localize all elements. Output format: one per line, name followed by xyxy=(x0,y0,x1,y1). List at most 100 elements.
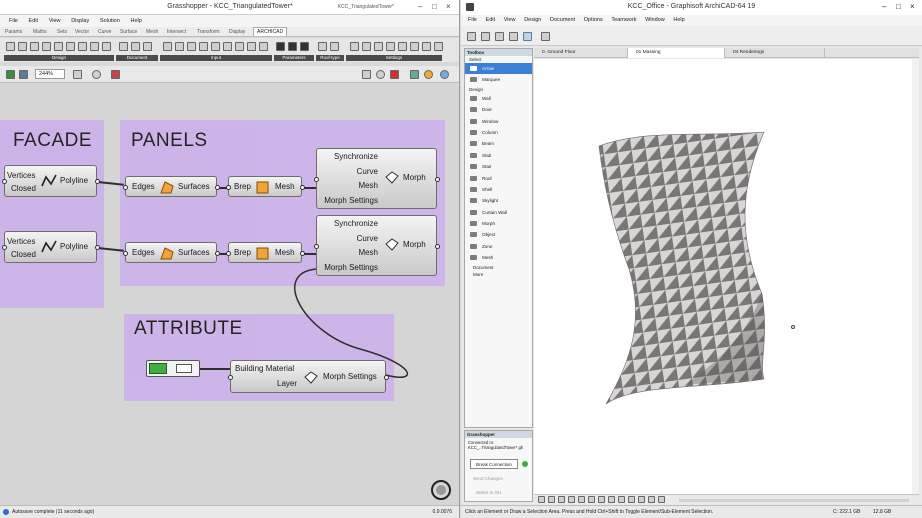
component-icon[interactable] xyxy=(163,42,172,51)
component-icon[interactable] xyxy=(175,42,184,51)
tab-ground-floor[interactable]: 0. Ground Floor xyxy=(534,48,628,58)
orbit-icon[interactable] xyxy=(618,496,625,503)
render-icon[interactable] xyxy=(424,70,433,79)
component-icon[interactable] xyxy=(276,42,285,51)
surfaces-component[interactable]: Edges Surfaces xyxy=(123,242,220,263)
component-icon[interactable] xyxy=(235,42,244,51)
port-dot[interactable] xyxy=(435,243,440,249)
menu-solution[interactable]: Solution xyxy=(100,15,120,27)
port-dot[interactable] xyxy=(300,250,305,256)
component-icon[interactable] xyxy=(187,42,196,51)
input-synchronize[interactable]: Synchronize xyxy=(334,219,378,228)
menu-edit[interactable]: Edit xyxy=(29,15,38,27)
port-dot[interactable] xyxy=(215,184,220,190)
tab-vector[interactable]: Vector xyxy=(75,29,89,35)
component-icon[interactable] xyxy=(374,42,383,51)
menu-options[interactable]: Options xyxy=(584,15,603,26)
tool-icon[interactable] xyxy=(509,32,518,41)
polyline-component[interactable]: Vertices Closed Polyline xyxy=(2,231,100,263)
tool-arrow[interactable]: Arrow xyxy=(465,63,532,75)
input-curve[interactable]: Curve xyxy=(357,167,378,176)
globe-icon[interactable] xyxy=(440,70,449,79)
input-mesh[interactable]: Mesh xyxy=(358,181,378,190)
menu-help[interactable]: Help xyxy=(130,15,141,27)
menu-file[interactable]: File xyxy=(468,15,477,26)
nav-icon[interactable] xyxy=(578,496,585,503)
component-icon[interactable] xyxy=(398,42,407,51)
tool-icon[interactable] xyxy=(467,32,476,41)
canvas-navigation-icon[interactable] xyxy=(428,477,454,503)
tool-curtain-wall[interactable]: Curtain Wall xyxy=(465,207,532,218)
component-icon[interactable] xyxy=(90,42,99,51)
component-icon[interactable] xyxy=(318,42,327,51)
tool-wall[interactable]: Wall xyxy=(465,93,532,104)
nav-icon[interactable] xyxy=(638,496,645,503)
output-morph[interactable]: Morph xyxy=(403,173,426,182)
component-icon[interactable] xyxy=(199,42,208,51)
input-vertices[interactable]: Vertices xyxy=(7,236,35,248)
output-surfaces[interactable]: Surfaces xyxy=(178,182,210,191)
tool-beam[interactable]: Beam xyxy=(465,138,532,149)
input-layer[interactable]: Layer xyxy=(277,379,297,388)
component-icon[interactable] xyxy=(386,42,395,51)
tool-roof[interactable]: Roof xyxy=(465,173,532,184)
tool-slab[interactable]: Slab xyxy=(465,150,532,161)
gh-doc-name[interactable]: KCC_TriangulatedTower* xyxy=(338,4,394,10)
nav-icon[interactable] xyxy=(548,496,555,503)
component-icon[interactable] xyxy=(300,42,309,51)
tab-display[interactable]: Display xyxy=(229,29,245,35)
tool-skylight[interactable]: Skylight xyxy=(465,195,532,206)
component-icon[interactable] xyxy=(410,42,419,51)
port-dot[interactable] xyxy=(314,243,319,249)
port-dot[interactable] xyxy=(226,250,231,256)
toolbox-design-label[interactable]: Design xyxy=(465,86,532,93)
open-icon[interactable] xyxy=(19,70,28,79)
nav-icon[interactable] xyxy=(568,496,575,503)
component-icon[interactable] xyxy=(247,42,256,51)
tab-archicad[interactable]: ARCHICAD xyxy=(253,27,288,36)
input-brep[interactable]: Brep xyxy=(234,182,251,191)
port-dot[interactable] xyxy=(300,184,305,190)
tool-door[interactable]: Door xyxy=(465,104,532,115)
input-brep[interactable]: Brep xyxy=(234,248,251,257)
input-mesh[interactable]: Mesh xyxy=(358,248,378,257)
input-morph-settings[interactable]: Morph Settings xyxy=(324,263,378,272)
3d-viewport[interactable] xyxy=(534,59,919,494)
output-surfaces[interactable]: Surfaces xyxy=(178,248,210,257)
disable-icon[interactable] xyxy=(376,70,385,79)
break-connection-button[interactable]: Break Connection xyxy=(470,459,518,469)
port-dot[interactable] xyxy=(95,245,100,250)
input-synchronize[interactable]: Synchronize xyxy=(334,152,378,161)
category-settings[interactable]: Settings xyxy=(346,55,442,61)
component-icon[interactable] xyxy=(330,42,339,51)
menu-file[interactable]: File xyxy=(9,15,18,27)
tab-mesh[interactable]: Mesh xyxy=(146,29,158,35)
port-dot[interactable] xyxy=(384,374,389,380)
tab-massing[interactable]: 01 Massing xyxy=(628,48,725,58)
component-icon[interactable] xyxy=(131,42,140,51)
close-icon[interactable]: × xyxy=(910,2,915,11)
select-in-gh-button[interactable]: Select in GH xyxy=(476,490,501,495)
tool-icon[interactable] xyxy=(541,32,550,41)
bake-icon[interactable] xyxy=(410,70,419,79)
input-morph-settings[interactable]: Morph Settings xyxy=(324,196,378,205)
tool-stair[interactable]: Stair xyxy=(465,161,532,172)
output-polyline[interactable]: Polyline xyxy=(60,176,88,185)
mesh-brep-component[interactable]: Brep Mesh xyxy=(226,242,305,263)
tool-marquee[interactable]: Marquee xyxy=(465,74,532,85)
input-closed[interactable]: Closed xyxy=(11,183,36,195)
component-icon[interactable] xyxy=(102,42,111,51)
tab-intersect[interactable]: Intersect xyxy=(167,29,186,35)
input-curve[interactable]: Curve xyxy=(357,234,378,243)
menu-edit[interactable]: Edit xyxy=(486,15,495,26)
menu-teamwork[interactable]: Teamwork xyxy=(611,15,636,26)
category-design[interactable]: Design xyxy=(4,55,114,61)
component-icon[interactable] xyxy=(119,42,128,51)
surfaces-component[interactable]: Edges Surfaces xyxy=(123,176,220,197)
tab-params[interactable]: Params xyxy=(5,29,22,35)
component-icon[interactable] xyxy=(350,42,359,51)
maximize-icon[interactable]: □ xyxy=(432,2,437,11)
tool-morph[interactable]: Morph xyxy=(465,218,532,229)
category-input[interactable]: Input xyxy=(160,55,272,61)
pan-icon[interactable] xyxy=(628,496,635,503)
